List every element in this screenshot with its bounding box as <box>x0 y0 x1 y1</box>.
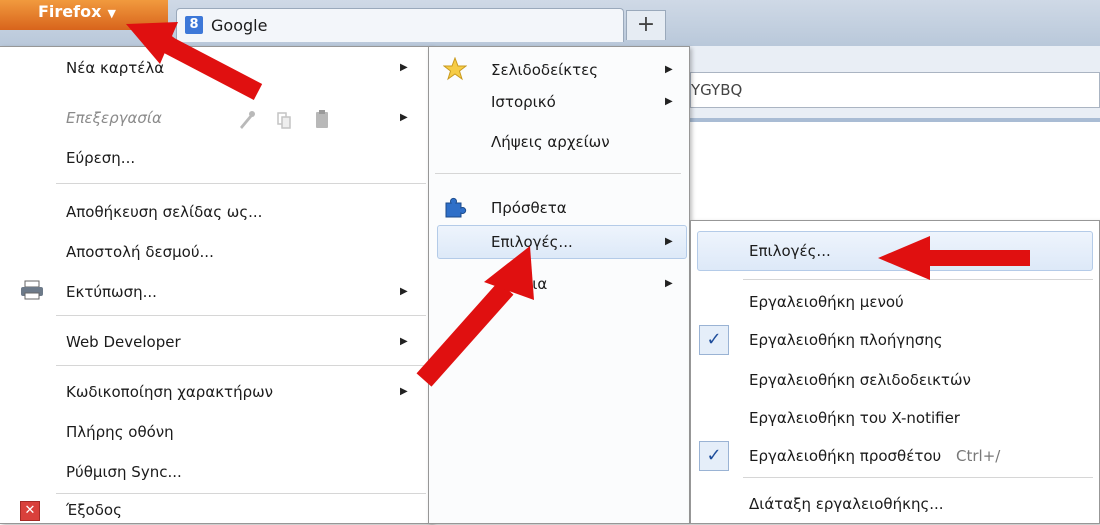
red-arrow-icon <box>878 236 1030 280</box>
annotation-arrows <box>126 22 1030 387</box>
red-arrow-icon <box>126 22 263 100</box>
red-arrow-icon <box>416 246 534 387</box>
